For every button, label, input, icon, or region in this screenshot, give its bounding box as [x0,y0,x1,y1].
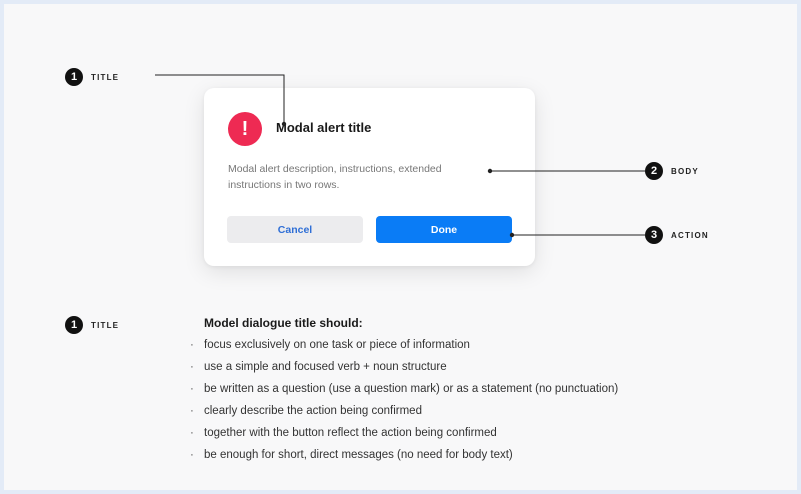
list-item: · together with the button reflect the ac… [190,427,497,439]
guideline-label-title: TITLE [91,320,120,330]
leader-dot-title [281,121,287,127]
guideline-callout-title: 1 TITLE [65,316,119,334]
list-item: · be written as a question (use a questio… [190,383,619,395]
guideline-list: · focus exclusively on one task or piece … [190,334,618,466]
list-item: · clearly describe the action being confi… [190,405,422,417]
list-item: · be enough for short, direct messages (n… [190,449,513,461]
list-item: · focus exclusively on one task or piece … [190,339,470,351]
guideline-heading: Model dialogue title should: [204,316,363,330]
leader-dot-body [487,168,493,174]
leader-line-title [155,74,285,124]
leader-dot-action [509,232,515,238]
guideline-number-1: 1 [65,316,83,334]
list-item: · use a simple and focused verb + noun st… [190,361,447,373]
